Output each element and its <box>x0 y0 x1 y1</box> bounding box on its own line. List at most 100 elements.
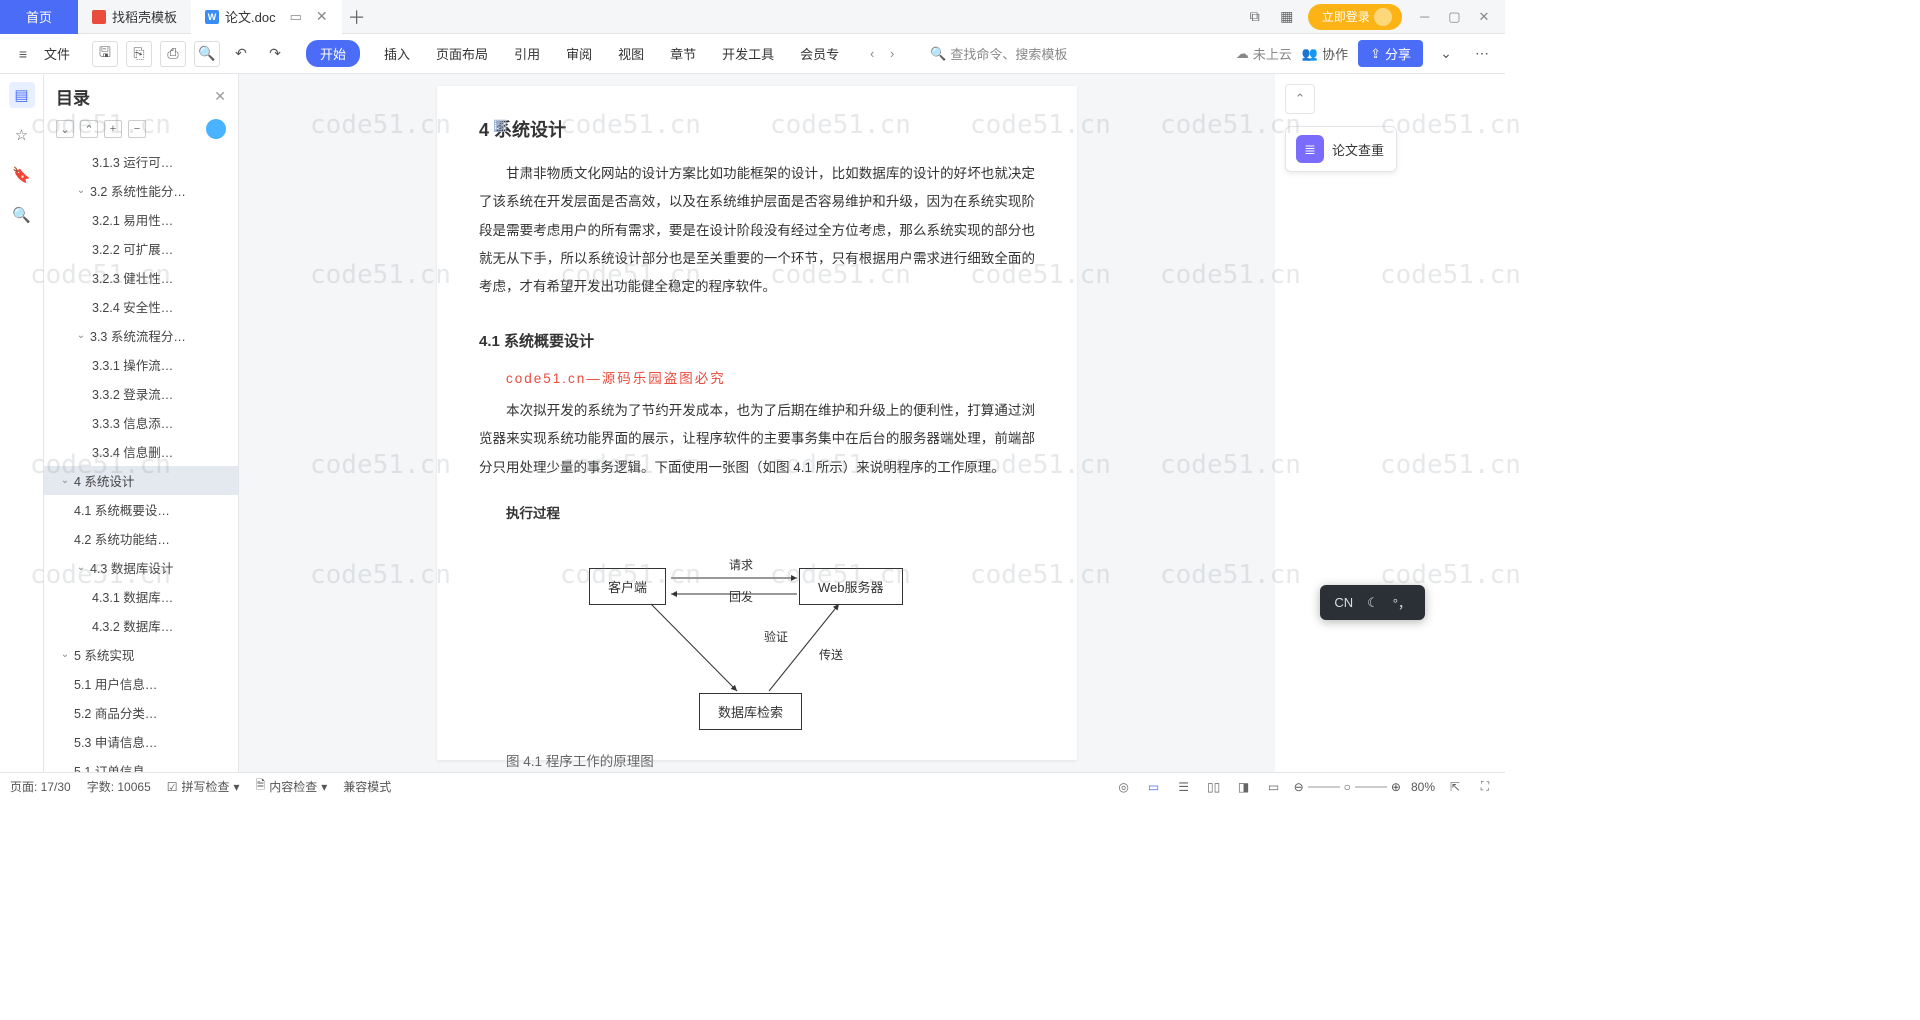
tab-home[interactable]: 首页 <box>0 0 78 34</box>
outline-item[interactable]: 4.3.1 数据库… <box>44 582 238 611</box>
tab-review[interactable]: 审阅 <box>564 40 594 67</box>
outline-list[interactable]: 3.1.3 运行可… ⌄3.2 系统性能分…3.2.1 易用性…3.2.2 可扩展… <box>44 147 238 772</box>
outline-item[interactable]: ⌄4 系统设计 <box>44 466 238 495</box>
outline-item[interactable]: 3.2.1 易用性… <box>44 205 238 234</box>
close-window-button[interactable]: ✕ <box>1471 4 1497 30</box>
tab-document[interactable]: W 论文.doc ▭ ✕ <box>191 0 342 34</box>
contentcheck-button[interactable]: 🗎内容检查▾ <box>256 776 328 797</box>
chevron-right-icon[interactable]: › <box>883 45 901 63</box>
redo-icon[interactable]: ↷ <box>262 41 288 67</box>
moon-icon[interactable]: ☾ <box>1367 595 1379 611</box>
outline-item[interactable]: 5.1 用户信息… <box>44 669 238 698</box>
page-indicator[interactable]: 页面: 17/30 <box>10 778 71 795</box>
save-icon[interactable]: 🖫 <box>92 41 118 67</box>
search-command[interactable]: 🔍查找命令、搜索模板 <box>923 40 1074 67</box>
view-outline-icon[interactable]: ☰ <box>1174 777 1194 797</box>
zoom-control[interactable]: ⊖ ○ ⊕ <box>1294 780 1401 794</box>
tab-templates[interactable]: 找稻壳模板 <box>78 0 191 34</box>
collapse-all-icon[interactable]: ⌄ <box>56 120 74 138</box>
collapse-right-icon[interactable]: ⌃ <box>1285 84 1315 114</box>
target-icon[interactable]: ◎ <box>1114 777 1134 797</box>
tab-devtools[interactable]: 开发工具 <box>720 40 776 67</box>
remove-item-icon[interactable]: − <box>128 120 146 138</box>
fullscreen-icon[interactable]: ⛶ <box>1475 777 1495 797</box>
file-menu[interactable]: 文件 <box>44 44 70 63</box>
share-button[interactable]: ⇪分享 <box>1358 40 1423 67</box>
view-read-icon[interactable]: ▯▯ <box>1204 777 1224 797</box>
outline-item[interactable]: 3.2.4 安全性… <box>44 292 238 321</box>
preview-icon[interactable]: 🔍 <box>194 41 220 67</box>
tab-chapter[interactable]: 章节 <box>668 40 698 67</box>
saveas-icon[interactable]: ⎘ <box>126 41 152 67</box>
sync-icon[interactable] <box>206 119 226 139</box>
zoom-track-left[interactable] <box>1308 786 1340 788</box>
grid-icon[interactable]: ▦ <box>1276 6 1298 28</box>
zoom-in-icon[interactable]: ⊕ <box>1391 780 1401 794</box>
outline-item[interactable]: ⌄3.2 系统性能分… <box>44 176 238 205</box>
undo-icon[interactable]: ↶ <box>228 41 254 67</box>
new-tab-button[interactable]: ＋ <box>342 2 372 32</box>
tab-reference[interactable]: 引用 <box>512 40 542 67</box>
ruler-icon[interactable]: ▭ <box>1264 777 1284 797</box>
ime-widget[interactable]: CN ☾ °， <box>1320 585 1425 620</box>
ime-lang[interactable]: CN <box>1334 595 1353 610</box>
print-icon[interactable]: ⎙ <box>160 41 186 67</box>
close-icon[interactable]: ✕ <box>316 8 328 25</box>
outline-item[interactable]: 5.1 订单信息… <box>44 756 238 772</box>
tab-insert[interactable]: 插入 <box>382 40 412 67</box>
outline-item[interactable]: ⌄3.3 系统流程分… <box>44 321 238 350</box>
outline-item[interactable]: 3.1.3 运行可… <box>44 147 238 176</box>
word-count[interactable]: 字数: 10065 <box>87 778 151 795</box>
projector-icon[interactable]: ▭ <box>290 9 302 25</box>
fit-icon[interactable]: ⇱ <box>1445 777 1465 797</box>
search-rail-icon[interactable]: 🔍 <box>9 202 35 228</box>
document-area[interactable]: ▦ 4 系统设计 甘肃非物质文化网站的设计方案比如功能框架的设计，比如数据库的设… <box>239 74 1275 772</box>
outline-item[interactable]: 3.3.2 登录流… <box>44 379 238 408</box>
outline-item[interactable]: ⌄4.3 数据库设计 <box>44 553 238 582</box>
outline-item[interactable]: 5.2 商品分类… <box>44 698 238 727</box>
compat-mode[interactable]: 兼容模式 <box>343 778 391 795</box>
zoom-track-right[interactable] <box>1355 786 1387 788</box>
section-handle-icon[interactable]: ▦ <box>489 114 511 136</box>
close-outline-icon[interactable]: ✕ <box>214 88 226 105</box>
star-rail-icon[interactable]: ☆ <box>9 122 35 148</box>
outline-item[interactable]: 3.2.2 可扩展… <box>44 234 238 263</box>
view-print-icon[interactable]: ▭ <box>1144 777 1164 797</box>
chevron-left-icon[interactable]: ‹ <box>863 45 881 63</box>
zoom-handle[interactable]: ○ <box>1344 780 1351 794</box>
tab-pagelayout[interactable]: 页面布局 <box>434 40 490 67</box>
tab-start[interactable]: 开始 <box>306 40 360 67</box>
zoom-out-icon[interactable]: ⊖ <box>1294 780 1304 794</box>
collab-button[interactable]: 👥协作 <box>1302 44 1348 63</box>
outline-item[interactable]: ⌄5 系统实现 <box>44 640 238 669</box>
punct-icon[interactable]: °， <box>1393 593 1411 612</box>
expand-all-icon[interactable]: ⌃ <box>80 120 98 138</box>
view-web-icon[interactable]: ◨ <box>1234 777 1254 797</box>
tab-view[interactable]: 视图 <box>616 40 646 67</box>
maximize-button[interactable]: ▢ <box>1441 4 1467 30</box>
chevron-down-icon[interactable]: ⌄ <box>1433 41 1459 67</box>
minimize-button[interactable]: ─ <box>1412 3 1438 29</box>
outline-item-label: 3.1.3 运行可… <box>92 152 173 171</box>
login-button[interactable]: 立即登录 <box>1308 4 1402 30</box>
zoom-value[interactable]: 80% <box>1411 780 1435 794</box>
plagiarism-check-card[interactable]: ≣ 论文查重 <box>1285 126 1397 172</box>
more-icon[interactable]: ⋯ <box>1469 41 1495 67</box>
outline-item[interactable]: 5.3 申请信息… <box>44 727 238 756</box>
outline-item[interactable]: 3.3.4 信息删… <box>44 437 238 466</box>
outline-item[interactable]: 4.3.2 数据库… <box>44 611 238 640</box>
layout1-icon[interactable]: ⧉ <box>1244 6 1266 28</box>
menu-tabs: 开始 插入 页面布局 引用 审阅 视图 章节 开发工具 会员专 ‹› 🔍查找命令… <box>306 40 1228 67</box>
outline-item[interactable]: 3.3.3 信息添… <box>44 408 238 437</box>
cloud-status[interactable]: ☁未上云 <box>1236 44 1292 63</box>
outline-item[interactable]: 3.3.1 操作流… <box>44 350 238 379</box>
spellcheck-button[interactable]: ☑拼写检查▾ <box>167 778 240 795</box>
outline-item[interactable]: 4.2 系统功能结… <box>44 524 238 553</box>
hamburger-icon[interactable]: ≡ <box>10 41 36 67</box>
outline-item[interactable]: 3.2.3 健壮性… <box>44 263 238 292</box>
add-item-icon[interactable]: + <box>104 120 122 138</box>
outline-item[interactable]: 4.1 系统概要设… <box>44 495 238 524</box>
bookmark-rail-icon[interactable]: 🔖 <box>9 162 35 188</box>
outline-rail-icon[interactable]: ▤ <box>9 82 35 108</box>
tab-member[interactable]: 会员专 <box>798 40 841 67</box>
